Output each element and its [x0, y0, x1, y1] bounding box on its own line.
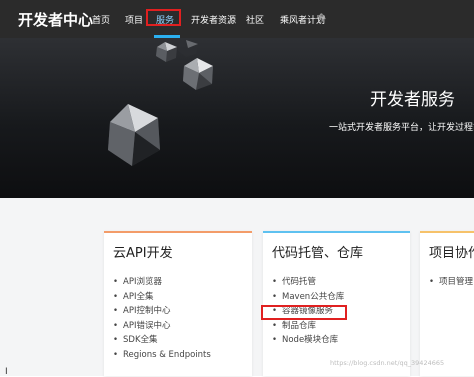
large-polyhedron	[108, 104, 160, 166]
list-item[interactable]: • SDK全集	[104, 333, 211, 348]
bullet-icon: •	[113, 349, 119, 360]
card-link-list: • 项目管理	[420, 275, 473, 290]
bullet-icon: •	[272, 320, 278, 331]
card-title: 云API开发	[113, 246, 173, 261]
list-item[interactable]: • Regions & Endpoints	[104, 348, 211, 363]
card-link-list: • API浏览器 • API全集 • API控制中心 • API错误中心 • SDK全集 …	[104, 275, 211, 362]
watermark: https://blog.csdn.net/qq_39424665	[330, 359, 445, 367]
card-title: 项目协作	[429, 246, 474, 261]
list-item[interactable]: • API全集	[104, 290, 211, 305]
small-polyhedron	[156, 42, 177, 62]
bullet-icon: •	[113, 335, 119, 345]
hero-subtitle: 一站式开发者服务平台，让开发过程简	[329, 123, 474, 133]
card-cloud-api: 云API开发 • API浏览器 • API全集 • API控制中心 • API错误中心 …	[104, 231, 252, 376]
faint-polyhedron	[178, 40, 198, 57]
top-nav: 开发者中心 首页 项目 服务 开发者资源 社区 乘风者计划 ✎	[0, 0, 474, 38]
nav-item-projects[interactable]: 项目	[125, 13, 143, 26]
medium-polyhedron	[183, 58, 213, 90]
nav-item-dev-resources[interactable]: 开发者资源	[191, 13, 236, 26]
list-item[interactable]: • API控制中心	[104, 304, 211, 319]
card-title: 代码托管、仓库	[272, 246, 364, 261]
bullet-icon: •	[429, 277, 435, 287]
bullet-icon: •	[113, 291, 119, 302]
bullet-icon: •	[113, 320, 119, 331]
card-project-collab: 项目协作 •项目管理	[420, 231, 474, 376]
hero-title: 开发者服务	[370, 90, 455, 110]
edit-pencil-icon: ✎	[319, 13, 327, 23]
polyhedron-decoration	[108, 40, 213, 166]
bullet-icon: •	[113, 306, 119, 316]
list-item[interactable]: • Node模块仓库	[263, 333, 344, 348]
annotation-box-services	[146, 9, 181, 26]
card-code-hosting: 代码托管、仓库 • 代码托管 • Maven公共仓库 • 容器镜像服务 • 制品仓库 •…	[263, 231, 410, 376]
list-item[interactable]: • API浏览器	[104, 275, 211, 290]
bullet-icon: •	[272, 335, 278, 345]
list-item[interactable]: • 代码托管	[263, 275, 344, 290]
list-item[interactable]: • API错误中心	[104, 319, 211, 334]
annotation-box-container-registry	[261, 305, 347, 320]
bullet-icon: •	[272, 291, 278, 302]
nav-item-community[interactable]: 社区	[246, 13, 264, 26]
list-item[interactable]: • 制品仓库	[263, 319, 344, 334]
hero-banner: 开发者服务 一站式开发者服务平台，让开发过程简	[0, 38, 474, 198]
nav-item-home[interactable]: 首页	[92, 13, 110, 26]
list-item[interactable]: • 项目管理	[420, 275, 473, 290]
list-item[interactable]: • Maven公共仓库	[263, 290, 344, 305]
bullet-icon: •	[272, 277, 278, 287]
brand-title[interactable]: 开发者中心	[18, 9, 93, 30]
bullet-icon: •	[113, 277, 119, 287]
